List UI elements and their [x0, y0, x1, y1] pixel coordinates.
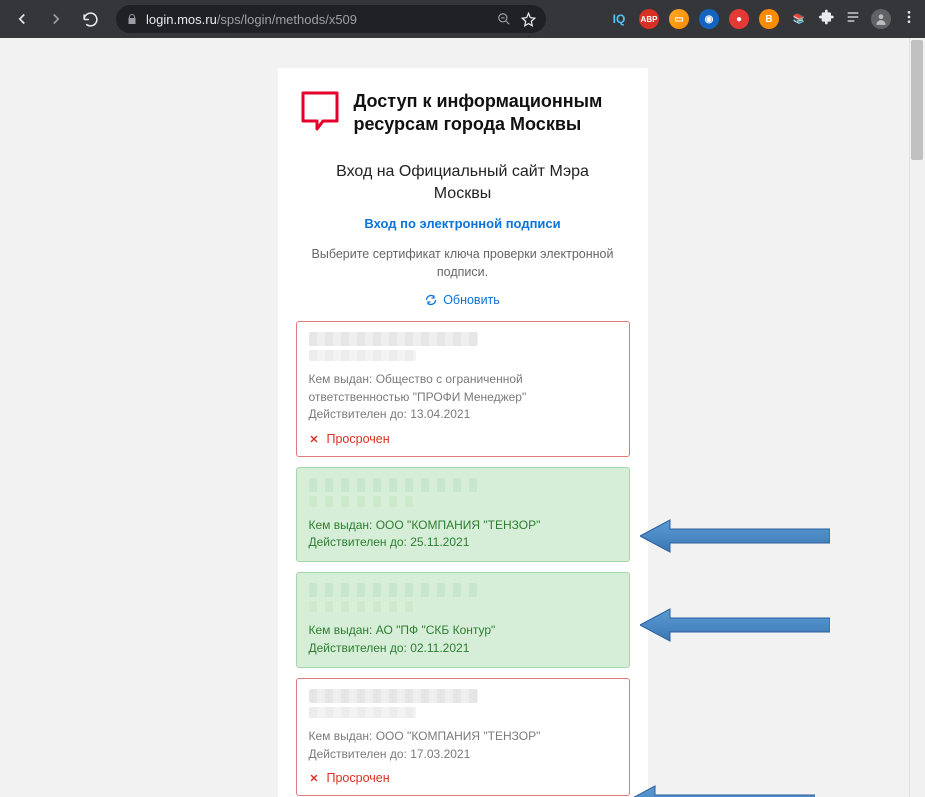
cert-sub-redacted — [309, 350, 417, 361]
star-icon[interactable] — [521, 12, 536, 27]
annotation-arrow — [640, 605, 830, 637]
ext-tomato-icon[interactable]: ● — [729, 9, 749, 29]
certificate-card[interactable]: Кем выдан: АО "ПФ "СКБ Контур" Действите… — [296, 572, 630, 668]
cert-valid-until: Действителен до: 25.11.2021 — [309, 534, 617, 551]
ext-box-icon[interactable]: ▭ — [669, 9, 689, 29]
cert-status-expired: Просрочен — [309, 432, 617, 446]
scrollbar-thumb[interactable] — [911, 40, 923, 160]
cert-issuer: Кем выдан: Общество с ограниченной ответ… — [309, 371, 617, 406]
mos-ru-logo — [300, 90, 340, 137]
cert-name-redacted — [309, 689, 478, 703]
page-title: Доступ к информационным ресурсам города … — [354, 90, 626, 135]
certificate-list: Кем выдан: Общество с ограниченной ответ… — [278, 321, 648, 797]
login-method-link[interactable]: Вход по электронной подписи — [278, 216, 648, 245]
cert-status-expired: Просрочен — [309, 771, 617, 785]
page-viewport: Доступ к информационным ресурсам города … — [0, 38, 925, 797]
menu-button[interactable] — [901, 9, 917, 30]
reload-button[interactable] — [76, 5, 104, 33]
reading-list-icon[interactable] — [845, 9, 861, 30]
refresh-icon — [425, 294, 437, 306]
cert-name-redacted — [309, 583, 478, 597]
back-button[interactable] — [8, 5, 36, 33]
certificate-card[interactable]: Кем выдан: Общество с ограниченной ответ… — [296, 321, 630, 456]
certificate-card[interactable]: Кем выдан: ООО "КОМПАНИЯ "ТЕНЗОР" Действ… — [296, 467, 630, 563]
forward-button[interactable] — [42, 5, 70, 33]
cert-sub-redacted — [309, 707, 417, 718]
page-subtitle: Вход на Официальный сайт Мэра Москвы — [278, 155, 648, 216]
cert-name-redacted — [309, 478, 478, 492]
ext-abp-icon[interactable]: ABP — [639, 9, 659, 29]
cert-valid-until: Действителен до: 02.11.2021 — [309, 640, 617, 657]
cert-issuer: Кем выдан: ООО "КОМПАНИЯ "ТЕНЗОР" — [309, 517, 617, 534]
cert-sub-redacted — [309, 496, 417, 507]
extension-icons: IQ ABP ▭ ◉ ● B 📚 — [609, 9, 917, 30]
ext-iq-icon[interactable]: IQ — [609, 9, 629, 29]
x-icon — [309, 434, 319, 444]
annotation-arrow — [625, 782, 815, 797]
address-bar[interactable]: login.mos.ru/sps/login/methods/x509 — [116, 5, 546, 33]
cert-name-redacted — [309, 332, 478, 346]
cert-valid-until: Действителен до: 17.03.2021 — [309, 746, 617, 763]
cert-valid-until: Действителен до: 13.04.2021 — [309, 406, 617, 423]
zoom-icon[interactable] — [497, 12, 511, 26]
ext-books-icon[interactable]: 📚 — [789, 9, 809, 29]
refresh-label: Обновить — [443, 293, 500, 307]
x-icon — [309, 773, 319, 783]
cert-sub-redacted — [309, 601, 417, 612]
scrollbar[interactable] — [909, 38, 925, 797]
ext-spiral-icon[interactable]: ◉ — [699, 9, 719, 29]
browser-toolbar: login.mos.ru/sps/login/methods/x509 IQ A… — [0, 0, 925, 38]
profile-avatar[interactable] — [871, 9, 891, 29]
login-card: Доступ к информационным ресурсам города … — [278, 68, 648, 797]
cert-issuer: Кем выдан: ООО "КОМПАНИЯ "ТЕНЗОР" — [309, 728, 617, 745]
certificate-card[interactable]: Кем выдан: ООО "КОМПАНИЯ "ТЕНЗОР" Действ… — [296, 678, 630, 796]
refresh-link[interactable]: Обновить — [278, 293, 648, 321]
ext-b-icon[interactable]: B — [759, 9, 779, 29]
extensions-button[interactable] — [819, 9, 835, 30]
annotation-arrow — [640, 516, 830, 548]
lock-icon — [126, 13, 138, 25]
url-text: login.mos.ru/sps/login/methods/x509 — [146, 12, 357, 27]
instruction-text: Выберите сертификат ключа проверки элект… — [278, 245, 648, 293]
cert-issuer: Кем выдан: АО "ПФ "СКБ Контур" — [309, 622, 617, 639]
